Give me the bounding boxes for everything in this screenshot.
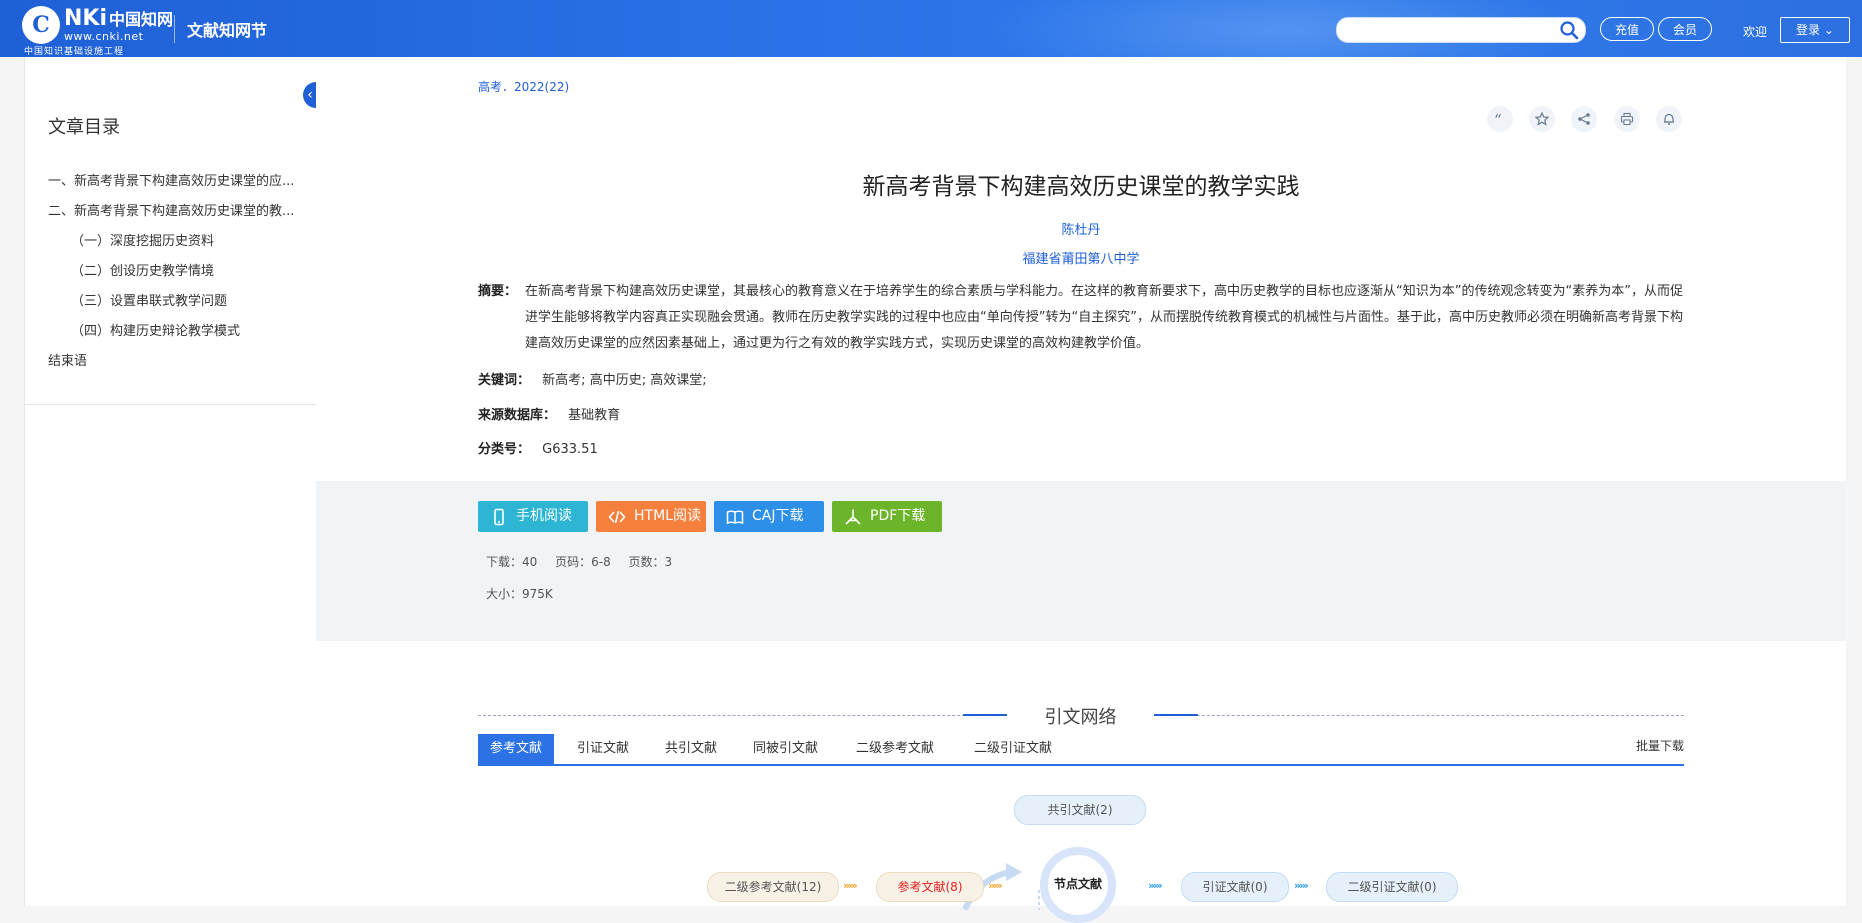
keyword-link[interactable]: 新高考; <box>542 373 585 388</box>
database-row: 来源数据库： 基础教育 <box>478 404 620 423</box>
welcome-text: 欢迎 <box>1743 25 1768 39</box>
abstract-text: 在新高考背景下构建高效历史课堂，其最核心的教育意义在于培养学生的综合素质与学科能… <box>525 284 1683 351</box>
cnki-logo-text: NKi 中国知网 <box>64 6 173 31</box>
mobile-read-label: 手机阅读 <box>516 508 572 524</box>
author-link[interactable]: 陈杜丹 <box>478 219 1684 238</box>
tab-second-references[interactable]: 二级参考文献 <box>856 734 934 764</box>
keyword-link[interactable]: 高中历史; <box>590 373 646 388</box>
html-read-label: HTML阅读 <box>634 508 701 524</box>
database-value: 基础教育 <box>568 408 621 423</box>
reference-node[interactable]: 参考文献(8) <box>876 872 984 902</box>
login-button[interactable]: 登录 ⌄ <box>1780 17 1850 43</box>
bell-icon[interactable] <box>1656 106 1682 132</box>
title-accent-right <box>1154 714 1198 716</box>
pdf-download-label: PDF下载 <box>870 508 926 524</box>
class-value: G633.51 <box>542 442 598 457</box>
citation-network-title: 引文网络 <box>1007 703 1154 729</box>
toc-list: 一、新高考背景下构建高效历史课堂的应... 二、新高考背景下构建高效历史课堂的教… <box>48 167 298 377</box>
arrow-icon: »»› <box>988 879 1003 892</box>
arrow-icon: »»› <box>1294 879 1309 892</box>
keywords-row: 关键词： 新高考; 高中历史; 高效课堂; <box>478 369 707 388</box>
member-button[interactable]: 会员 <box>1658 17 1712 41</box>
recharge-button[interactable]: 充值 <box>1600 17 1654 41</box>
keywords-label: 关键词： <box>478 373 531 388</box>
cnki-logo[interactable]: C NKi 中国知网 www.cnki.net 中国知识基础设施工程 <box>22 4 173 57</box>
batch-download-link[interactable]: 批量下载 <box>1636 737 1684 754</box>
search-input[interactable] <box>1347 20 1551 40</box>
login-label: 登录 <box>1796 23 1821 37</box>
toc-item-conclusion[interactable]: 结束语 <box>48 347 298 377</box>
share-icon[interactable] <box>1571 106 1597 132</box>
class-label: 分类号： <box>478 442 531 457</box>
print-icon[interactable] <box>1614 106 1640 132</box>
caj-download-button[interactable]: CAJ下载 <box>714 501 824 532</box>
top-header: C NKi 中国知网 www.cnki.net 中国知识基础设施工程 文献知网节 … <box>0 0 1862 57</box>
file-size: 大小：975K <box>486 587 553 601</box>
chevron-left-icon: ‹ <box>307 87 313 103</box>
journal-source-link[interactable]: 高考．2022(22) <box>478 78 569 95</box>
citing-node[interactable]: 引证文献(0) <box>1181 872 1289 902</box>
tab-second-citing[interactable]: 二级引证文献 <box>974 734 1052 764</box>
svg-text:“: “ <box>1494 112 1502 126</box>
search-icon[interactable] <box>1559 20 1579 40</box>
arrow-icon: »»› <box>1148 879 1163 892</box>
chevron-down-icon: ⌄ <box>1823 23 1834 37</box>
file-size-row: 大小：975K <box>486 585 567 602</box>
affiliation-link[interactable]: 福建省莆田第八中学 <box>478 248 1684 267</box>
logo-url: www.cnki.net <box>64 30 144 43</box>
search-box <box>1336 17 1586 43</box>
html-read-button[interactable]: HTML阅读 <box>596 501 706 532</box>
toc-item-2-4[interactable]: （四）构建历史辩论教学模式 <box>48 317 298 347</box>
toc-title: 文章目录 <box>48 117 120 138</box>
cnki-logo-mark: C <box>22 6 60 44</box>
download-stats: 下载：40 页码：6-8 页数：3 <box>486 553 686 570</box>
article-main: 高考．2022(22) “ 新高考背景下构建高效历史课堂的教学实践 陈杜丹 福建… <box>316 57 1846 923</box>
quote-icon[interactable]: “ <box>1487 106 1513 132</box>
arrow-icon: »»› <box>843 879 858 892</box>
second-reference-node[interactable]: 二级参考文献(12) <box>707 872 839 902</box>
tab-references[interactable]: 参考文献 <box>478 734 555 764</box>
toc-divider <box>25 404 317 405</box>
mobile-read-button[interactable]: 手机阅读 <box>478 501 588 532</box>
tab-co-citing[interactable]: 共引文献 <box>665 734 717 764</box>
co-citation-node[interactable]: 共引文献(2) <box>1014 795 1146 825</box>
database-label: 来源数据库： <box>478 408 557 423</box>
toc-item-1[interactable]: 一、新高考背景下构建高效历史课堂的应... <box>48 167 298 197</box>
keyword-link[interactable]: 高效课堂; <box>650 373 706 388</box>
site-name[interactable]: 文献知网节 <box>187 17 267 41</box>
article-title: 新高考背景下构建高效历史课堂的教学实践 <box>862 174 1300 200</box>
caj-download-label: CAJ下载 <box>752 508 804 524</box>
center-document-node: 节点文献 <box>1040 847 1116 923</box>
abstract: 摘要： 在新高考背景下构建高效历史课堂，其最核心的教育意义在于培养学生的综合素质… <box>478 279 1684 357</box>
page-range: 页码：6-8 <box>555 555 611 569</box>
book-icon <box>726 510 744 525</box>
page-count: 页数：3 <box>628 555 673 569</box>
title-accent-left <box>963 714 1007 716</box>
pdf-icon <box>845 509 861 525</box>
second-citing-node[interactable]: 二级引证文献(0) <box>1326 872 1458 902</box>
toc-sidebar: 文章目录 一、新高考背景下构建高效历史课堂的应... 二、新高考背景下构建高效历… <box>24 57 318 906</box>
citation-tabs: 参考文献 引证文献 共引文献 同被引文献 二级参考文献 二级引证文献 批量下载 <box>478 734 1684 766</box>
toc-item-2-3[interactable]: （三）设置串联式教学问题 <box>48 287 298 317</box>
toc-item-2-2[interactable]: （二）创设历史教学情境 <box>48 257 298 287</box>
download-panel: 手机阅读 HTML阅读 CAJ下载 PDF下载 下载：40 页码：6-8 页数：… <box>316 481 1846 641</box>
logo-letters: NKi <box>64 6 108 31</box>
download-count: 下载：40 <box>486 555 538 569</box>
toc-item-2-1[interactable]: （一）深度挖掘历史资料 <box>48 227 298 257</box>
citation-network-header: 引文网络 <box>478 703 1684 729</box>
star-icon[interactable] <box>1529 106 1555 132</box>
pdf-download-button[interactable]: PDF下载 <box>832 501 942 532</box>
header-divider <box>174 15 175 43</box>
phone-icon <box>494 508 504 526</box>
tab-citing[interactable]: 引证文献 <box>577 734 629 764</box>
tab-co-cited[interactable]: 同被引文献 <box>753 734 818 764</box>
code-icon <box>608 510 626 524</box>
class-row: 分类号： G633.51 <box>478 438 598 457</box>
logo-cn: 中国知网 <box>109 10 174 29</box>
abstract-label: 摘要： <box>478 284 518 299</box>
logo-subtitle: 中国知识基础设施工程 <box>24 47 125 57</box>
toc-item-2[interactable]: 二、新高考背景下构建高效历史课堂的教... <box>48 197 298 227</box>
